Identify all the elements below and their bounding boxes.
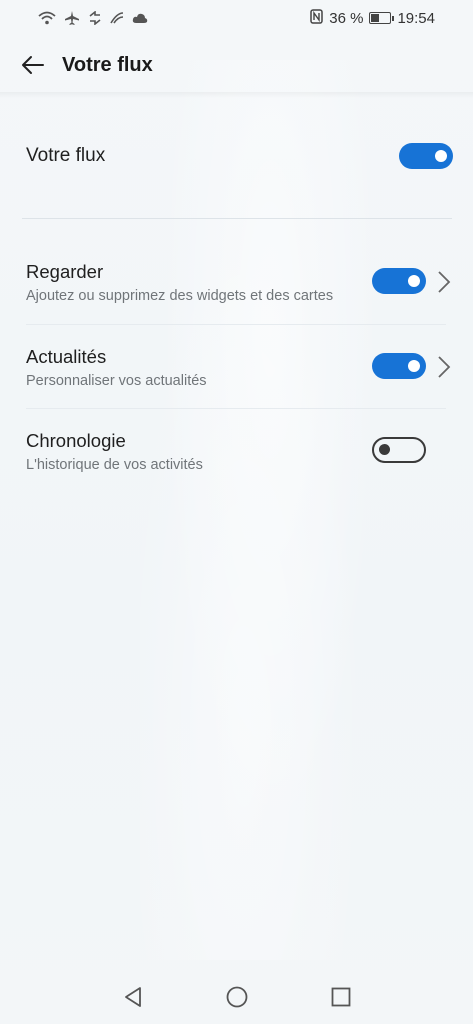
toggle-knob [435,150,447,162]
app-bar: Votre flux [0,36,473,94]
setting-subtitle: L'historique de vos activités [26,457,203,473]
page-title: Votre flux [62,53,153,76]
navigation-bar [0,970,473,1024]
chevron-right-icon[interactable] [436,355,452,379]
section-divider [22,218,452,219]
row-divider [26,408,446,409]
sync-icon [88,11,102,25]
setting-label: Chronologie [26,430,126,451]
airplane-icon [64,11,80,25]
setting-row-chronologie[interactable]: Chronologie L'historique de vos activité… [26,430,451,494]
main-feed-toggle-row[interactable]: Votre flux [26,128,463,184]
chronologie-toggle[interactable] [372,437,426,463]
clock: 19:54 [397,9,435,27]
row-divider [26,324,446,325]
toggle-knob [408,360,420,372]
setting-subtitle: Ajoutez ou supprimez des widgets et des … [26,288,334,304]
nav-recents-button[interactable] [328,984,354,1010]
battery-percent: 36 % [329,9,364,27]
setting-label: Regarder [26,261,104,282]
main-feed-toggle[interactable] [399,143,453,169]
setting-label: Actualités [26,346,107,367]
arrow-left-icon [22,56,44,74]
status-bar: 36 % 19:54 [0,0,473,36]
toggle-knob [408,275,420,287]
status-right: 36 % 19:54 [310,8,435,28]
nfc-icon [310,8,323,28]
wallpaper-swirl [140,60,400,960]
setting-row-regarder[interactable]: Regarder Ajoutez ou supprimez des widget… [26,261,451,325]
triangle-back-icon [124,987,141,1007]
main-feed-label: Votre flux [26,145,106,166]
toggle-knob [379,444,390,455]
chevron-right-icon[interactable] [436,270,452,294]
app-bar-shadow [0,92,473,98]
setting-row-actualites[interactable]: Actualités Personnaliser vos actualités [26,346,451,410]
wifi-icon [38,11,56,25]
circle-home-icon [226,986,247,1008]
battery-icon [369,12,395,24]
signal-waves-icon [110,11,124,25]
setting-subtitle: Personnaliser vos actualités [26,373,207,389]
actualites-toggle[interactable] [372,353,426,379]
square-recents-icon [331,987,350,1007]
regarder-toggle[interactable] [372,268,426,294]
cloud-icon [132,12,148,24]
screen: 36 % 19:54 Votre flux Votre flux Regarde… [0,0,473,1024]
nav-back-button[interactable] [120,984,146,1010]
status-icons [38,11,148,25]
back-button[interactable] [18,50,48,80]
nav-home-button[interactable] [224,984,250,1010]
